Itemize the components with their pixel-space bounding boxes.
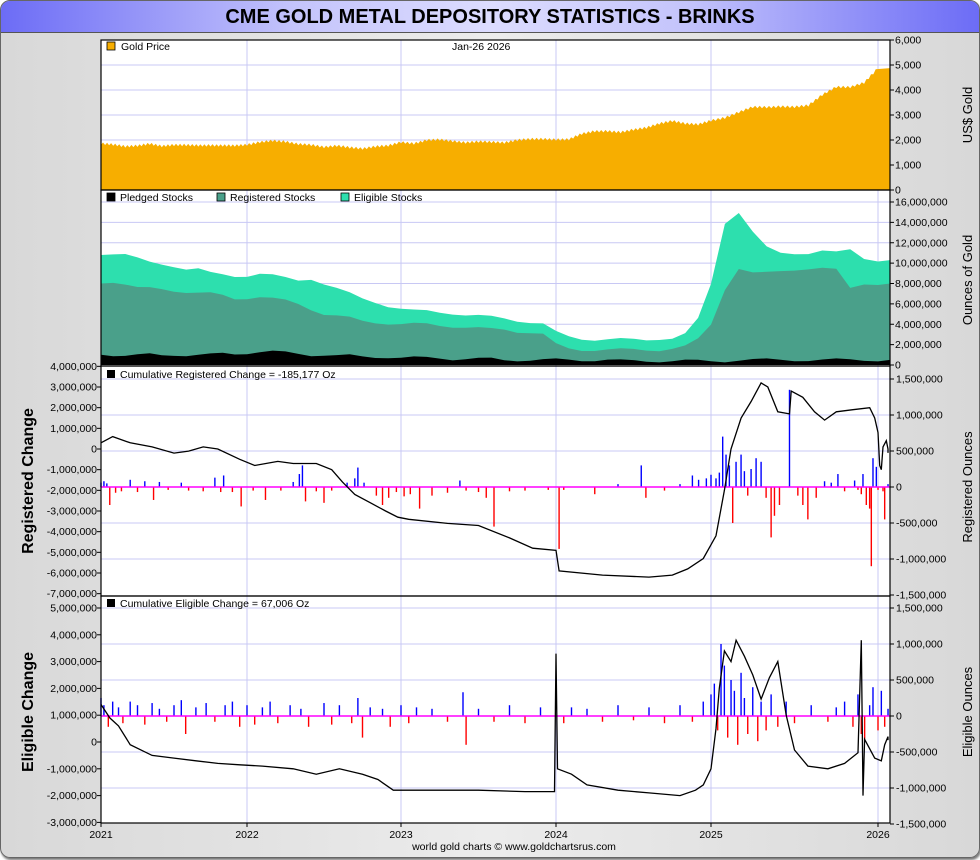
- y-tick-label-left: 4,000,000: [50, 629, 97, 641]
- axis-label-eligible-change: Eligible Change: [20, 652, 37, 772]
- y-tick-label-left: -3,000,000: [47, 817, 97, 829]
- depository-chart: 0 1,000 2,000 3,000 4,000 5,000 6,000 0 2,000,00…: [20, 35, 975, 854]
- y-tick-label-right: -1,000,000: [896, 554, 946, 566]
- y-tick-label-right: 0: [896, 482, 902, 494]
- y-tick-label-left: -4,000,000: [47, 526, 97, 538]
- y-tick-label: 10,000,000: [895, 258, 948, 270]
- y-tick-label-left: 3,000,000: [50, 656, 97, 668]
- y-tick-label-right: 500,000: [896, 675, 934, 687]
- y-tick-label: 4,000,000: [895, 319, 942, 331]
- y-tick-label-left: 0: [91, 444, 97, 456]
- y-tick-label-right: 1,500,000: [896, 603, 943, 615]
- legend-pledged-stocks: Pledged Stocks: [120, 192, 193, 204]
- y-tick-label: 5,000: [895, 60, 921, 72]
- y-tick-label: 12,000,000: [895, 237, 948, 249]
- y-tick-label: 0: [895, 185, 901, 197]
- y-tick-label-right: 0: [896, 711, 902, 723]
- y-tick-label-left: 5,000,000: [50, 603, 97, 615]
- y-tick-label: 8,000,000: [895, 278, 942, 290]
- y-tick-label-left: -7,000,000: [47, 588, 97, 600]
- legend-swatch-pledged: [106, 192, 116, 202]
- y-tick-label-left: -2,000,000: [47, 790, 97, 802]
- y-tick-label-left: -1,000,000: [47, 464, 97, 476]
- y-tick-label-left: 0: [91, 737, 97, 749]
- axis-label-registered-change: Registered Change: [20, 408, 37, 554]
- y-tick-label: 0: [895, 360, 901, 372]
- y-tick-label-left: 3,000,000: [50, 382, 97, 394]
- y-tick-label: 16,000,000: [895, 197, 948, 209]
- legend-gold-price: Gold Price: [121, 41, 170, 53]
- y-tick-label: 14,000,000: [895, 217, 948, 229]
- y-tick-label-left: -6,000,000: [47, 568, 97, 580]
- x-tick-label: 2025: [699, 829, 723, 841]
- y-tick-label-left: 2,000,000: [50, 683, 97, 695]
- legend-swatch-eligible: [340, 192, 350, 202]
- y-tick-label-left: -3,000,000: [47, 506, 97, 518]
- y-tick-label: 6,000,000: [895, 298, 942, 310]
- legend-swatch-registered: [216, 192, 226, 202]
- y-tick-label-right: -500,000: [896, 747, 938, 759]
- legend-swatch-cumulative-registered: [107, 370, 115, 378]
- y-tick-label-left: -2,000,000: [47, 485, 97, 497]
- legend-swatch-cumulative-eligible: [107, 599, 115, 607]
- axis-label-registered-ounces: Registered Ounces: [960, 431, 975, 543]
- y-tick-label-left: 2,000,000: [50, 402, 97, 414]
- y-tick-label-left: 1,000,000: [50, 423, 97, 435]
- footer-credit[interactable]: world gold charts © www.goldchartsrus.co…: [411, 841, 616, 853]
- x-tick-label: 2023: [389, 829, 413, 841]
- legend-eligible-stocks: Eligible Stocks: [354, 192, 422, 204]
- y-tick-label-left: 1,000,000: [50, 710, 97, 722]
- y-tick-label: 2,000,000: [895, 339, 942, 351]
- y-tick-label-right: -1,500,000: [896, 819, 946, 831]
- x-tick-label: 2022: [235, 829, 259, 841]
- y-tick-label-right: -1,000,000: [896, 783, 946, 795]
- x-tick-label: 2021: [89, 829, 113, 841]
- y-tick-label-right: -1,500,000: [896, 590, 946, 602]
- axis-label-usd-gold: US$ Gold: [960, 87, 975, 143]
- panel-background: [101, 366, 890, 596]
- y-tick-label-right: 1,500,000: [896, 374, 943, 386]
- y-tick-label: 1,000: [895, 160, 921, 172]
- y-tick-label-right: -500,000: [896, 518, 938, 530]
- y-tick-label: 4,000: [895, 85, 921, 97]
- y-tick-label: 3,000: [895, 110, 921, 122]
- x-tick-label: 2024: [544, 829, 568, 841]
- axis-label-ounces-of-gold: Ounces of Gold: [960, 235, 975, 325]
- legend-swatch-gold-price: [106, 41, 116, 51]
- y-tick-label-left: 4,000,000: [50, 361, 97, 373]
- y-tick-label: 6,000: [895, 35, 921, 47]
- y-tick-label-left: -1,000,000: [47, 763, 97, 775]
- axis-label-eligible-ounces: Eligible Ounces: [960, 666, 975, 757]
- date-label: Jan-26 2026: [452, 41, 511, 53]
- y-tick-label-right: 1,000,000: [896, 410, 943, 422]
- y-tick-label-right: 1,000,000: [896, 639, 943, 651]
- legend-registered-stocks: Registered Stocks: [230, 192, 315, 204]
- y-tick-label-right: 500,000: [896, 446, 934, 458]
- x-tick-label: 2026: [866, 829, 890, 841]
- y-tick-label: 2,000: [895, 135, 921, 147]
- y-tick-label-left: -5,000,000: [47, 547, 97, 559]
- legend-cumulative-eligible-change: Cumulative Eligible Change = 67,006 Oz: [120, 598, 309, 610]
- legend-cumulative-registered-change: Cumulative Registered Change = -185,177 …: [120, 369, 336, 381]
